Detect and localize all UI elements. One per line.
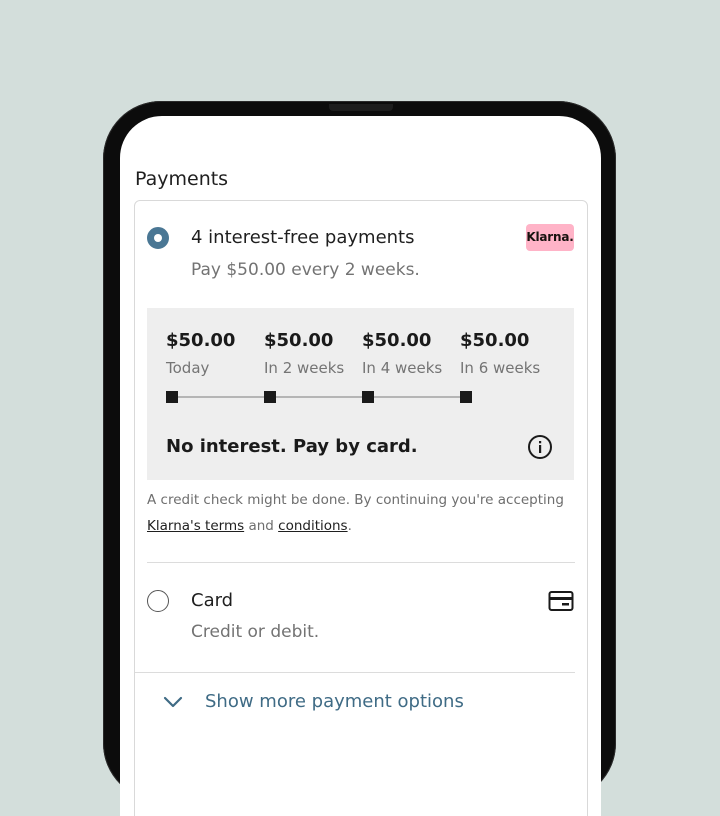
payment-options-card: 4 interest-free payments Pay $50.00 ever… — [134, 200, 588, 816]
installment-label: In 6 weeks — [460, 359, 541, 377]
credit-check-disclaimer: A credit check might be done. By continu… — [147, 487, 577, 539]
installment-amount: $50.00 — [362, 330, 432, 351]
klarna-radio[interactable] — [147, 227, 169, 249]
installment-label: In 2 weeks — [264, 359, 345, 377]
card-option-title: Card — [191, 590, 234, 611]
show-more-payment-options-button[interactable]: Show more payment options — [163, 691, 464, 712]
phone-speaker — [329, 104, 393, 111]
card-option-subtitle: Credit or debit. — [191, 622, 320, 642]
klarna-logo: Klarna. — [526, 224, 574, 251]
installment-schedule: $50.00 $50.00 $50.00 $50.00 Today In 2 w… — [147, 308, 574, 480]
klarna-option-title: 4 interest-free payments — [191, 227, 415, 248]
disclaimer-text: A credit check might be done. By continu… — [147, 492, 564, 508]
disclaimer-text: and — [244, 518, 279, 534]
no-interest-notice: No interest. Pay by card. — [166, 436, 418, 457]
klarna-option-subtitle: Pay $50.00 every 2 weeks. — [191, 260, 420, 280]
installment-label: Today — [166, 359, 210, 377]
card-radio[interactable] — [147, 590, 169, 612]
credit-card-icon — [548, 591, 574, 611]
installment-amount: $50.00 — [166, 330, 236, 351]
page-title: Payments — [135, 168, 229, 190]
divider — [135, 672, 575, 673]
timeline-line — [171, 396, 467, 398]
timeline-marker — [460, 391, 472, 403]
phone-frame: Payments 4 interest-free payments Pay $5… — [103, 101, 616, 816]
show-more-label: Show more payment options — [205, 691, 464, 712]
divider — [147, 562, 575, 563]
conditions-link[interactable]: conditions — [278, 518, 347, 534]
phone-screen: Payments 4 interest-free payments Pay $5… — [120, 116, 601, 816]
klarna-terms-link[interactable]: Klarna's terms — [147, 518, 244, 534]
timeline-marker — [362, 391, 374, 403]
timeline-marker — [264, 391, 276, 403]
disclaimer-text: . — [347, 518, 352, 534]
timeline-marker — [166, 391, 178, 403]
installment-label: In 4 weeks — [362, 359, 443, 377]
info-icon[interactable] — [527, 434, 553, 460]
installment-amount: $50.00 — [460, 330, 530, 351]
installment-amount: $50.00 — [264, 330, 334, 351]
chevron-down-icon — [163, 696, 183, 707]
